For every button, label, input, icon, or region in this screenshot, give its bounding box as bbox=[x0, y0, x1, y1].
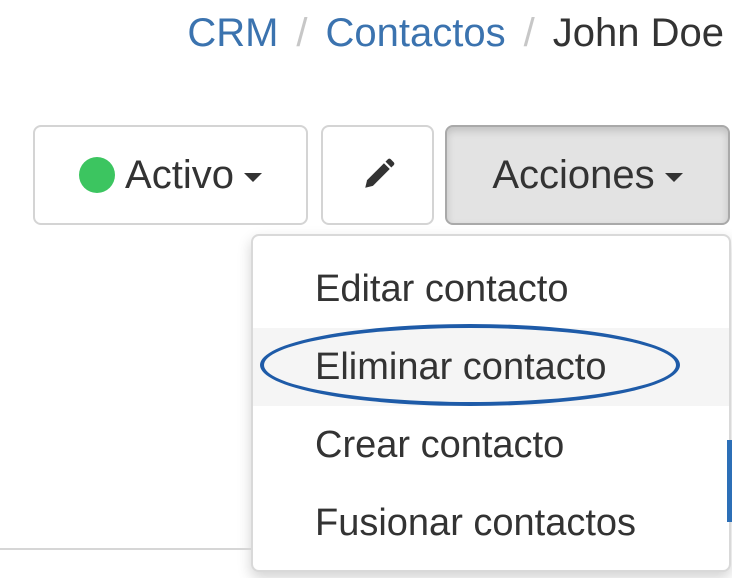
breadcrumb: CRM / Contactos / John Doe bbox=[187, 8, 724, 58]
status-dropdown-button[interactable]: Activo bbox=[33, 125, 308, 225]
status-indicator-icon bbox=[79, 157, 116, 193]
menu-item-eliminar-contacto[interactable]: Eliminar contacto bbox=[253, 328, 729, 406]
divider bbox=[0, 548, 251, 550]
actions-label: Acciones bbox=[492, 152, 655, 197]
caret-down-icon bbox=[243, 172, 262, 182]
breadcrumb-current: John Doe bbox=[552, 11, 724, 55]
breadcrumb-separator: / bbox=[296, 11, 308, 55]
caret-down-icon bbox=[664, 172, 683, 182]
actions-dropdown-menu: Editar contacto Eliminar contacto Crear … bbox=[251, 234, 731, 572]
background-button-edge bbox=[727, 440, 732, 522]
edit-button[interactable] bbox=[321, 125, 434, 225]
menu-item-crear-contacto[interactable]: Crear contacto bbox=[253, 406, 729, 484]
status-label: Activo bbox=[125, 152, 234, 197]
actions-dropdown-button[interactable]: Acciones bbox=[445, 125, 730, 225]
breadcrumb-link-crm[interactable]: CRM bbox=[187, 11, 278, 55]
breadcrumb-link-contactos[interactable]: Contactos bbox=[326, 11, 506, 55]
pencil-icon bbox=[364, 158, 394, 188]
menu-item-fusionar-contactos[interactable]: Fusionar contactos bbox=[253, 484, 729, 562]
menu-item-editar-contacto[interactable]: Editar contacto bbox=[253, 250, 729, 328]
breadcrumb-separator: / bbox=[523, 11, 535, 55]
